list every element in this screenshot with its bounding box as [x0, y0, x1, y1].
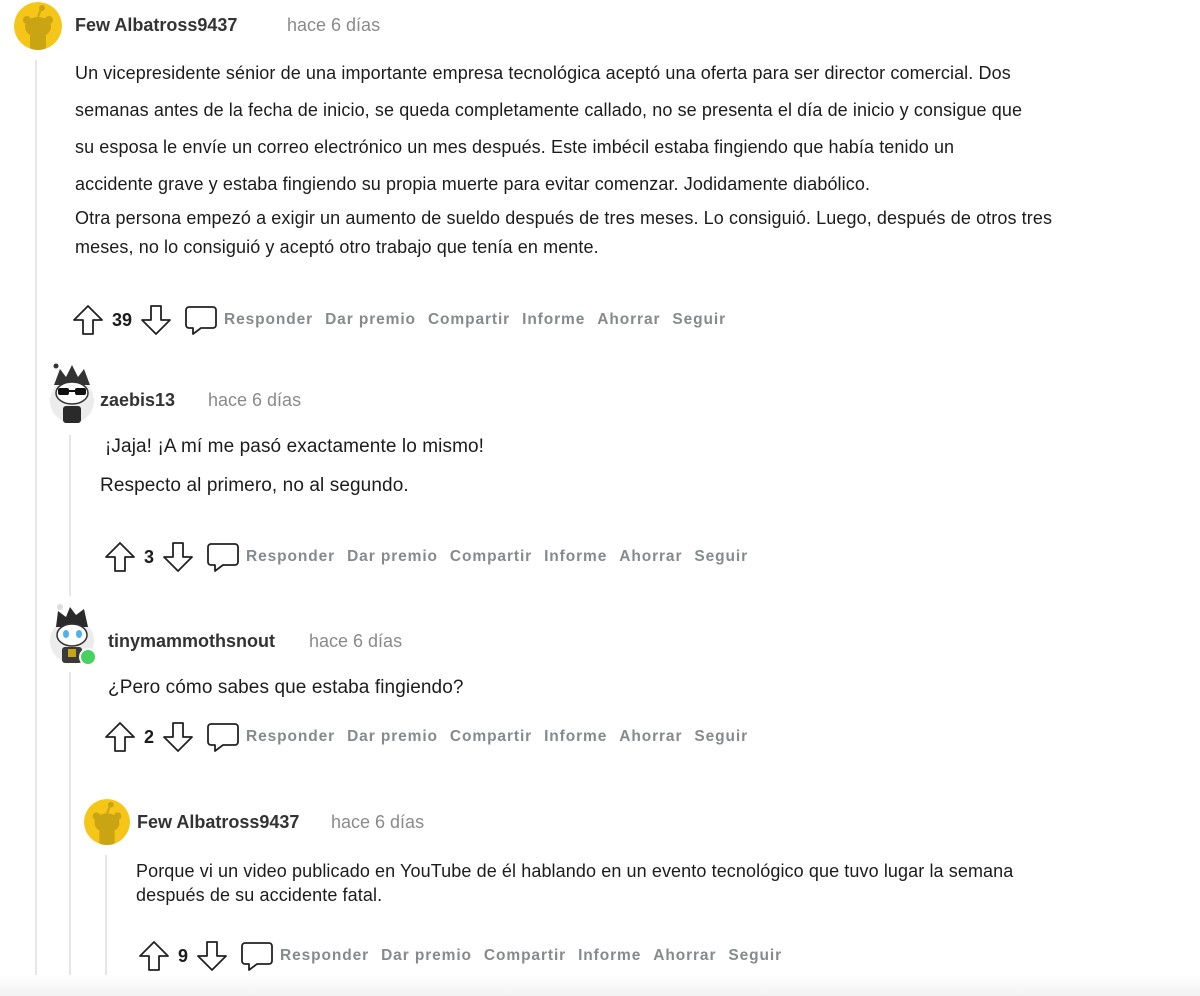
- upvote-arrow-icon[interactable]: [104, 541, 136, 573]
- comment-text-line: semanas antes de la fecha de inicio, se …: [75, 100, 1023, 120]
- comment-bubble-icon[interactable]: [206, 720, 240, 754]
- vote-score: 3: [144, 546, 155, 567]
- share-button[interactable]: Compartir: [450, 548, 532, 566]
- thread-line[interactable]: [35, 60, 37, 996]
- thread-line[interactable]: [69, 672, 71, 996]
- comment-text-line: su esposa le envíe un correo electrónico…: [75, 137, 955, 157]
- downvote-arrow-icon[interactable]: [162, 721, 194, 753]
- comment-actions: 2 Responder Dar premio Compartir Informe…: [104, 720, 748, 754]
- downvote-arrow-icon[interactable]: [162, 541, 194, 573]
- comment-bubble-icon[interactable]: [184, 303, 218, 337]
- username[interactable]: Few Albatross9437: [75, 15, 237, 36]
- comment-text-line: Respecto al primero, no al segundo.: [100, 475, 409, 496]
- thread-line[interactable]: [69, 435, 71, 596]
- comment-text-line: Un vicepresidente sénior de una importan…: [75, 63, 1011, 83]
- bottom-fade: [0, 975, 1200, 996]
- timestamp[interactable]: hace 6 días: [287, 15, 380, 36]
- award-button[interactable]: Dar premio: [347, 548, 438, 566]
- reply-button[interactable]: Responder: [246, 548, 335, 566]
- timestamp[interactable]: hace 6 días: [309, 631, 402, 652]
- username[interactable]: Few Albatross9437: [137, 812, 299, 833]
- award-button[interactable]: Dar premio: [325, 311, 416, 329]
- avatar-icon: [14, 2, 62, 50]
- follow-button[interactable]: Seguir: [672, 311, 726, 329]
- comment-text-line: Otra persona empezó a exigir un aumento …: [75, 208, 1053, 228]
- vote-score: 2: [144, 726, 155, 747]
- reply-button[interactable]: Responder: [224, 311, 313, 329]
- save-button[interactable]: Ahorrar: [619, 548, 682, 566]
- username[interactable]: tinymammothsnout: [108, 631, 275, 652]
- vote-score: 9: [178, 945, 189, 966]
- save-button[interactable]: Ahorrar: [653, 947, 716, 965]
- comment-actions: 9 Responder Dar premio Compartir Informe…: [138, 939, 782, 973]
- avatar[interactable]: [48, 363, 96, 425]
- save-button[interactable]: Ahorrar: [619, 728, 682, 746]
- comment-actions: 3 Responder Dar premio Compartir Informe…: [104, 540, 748, 574]
- report-button[interactable]: Informe: [544, 548, 607, 566]
- comment-bubble-icon[interactable]: [206, 540, 240, 574]
- upvote-arrow-icon[interactable]: [72, 304, 104, 336]
- reply-button[interactable]: Responder: [246, 728, 335, 746]
- username[interactable]: zaebis13: [100, 390, 175, 411]
- avatar-icon: [84, 799, 130, 845]
- comment-text-line: Porque vi un video publicado en YouTube …: [136, 861, 1014, 881]
- timestamp[interactable]: hace 6 días: [208, 390, 301, 411]
- reply-button[interactable]: Responder: [280, 947, 369, 965]
- award-button[interactable]: Dar premio: [381, 947, 472, 965]
- comment-actions: 39 Responder Dar premio Compartir Inform…: [72, 303, 726, 337]
- avatar[interactable]: [84, 799, 130, 845]
- report-button[interactable]: Informe: [522, 311, 585, 329]
- upvote-arrow-icon[interactable]: [104, 721, 136, 753]
- follow-button[interactable]: Seguir: [694, 548, 748, 566]
- vote-score: 39: [112, 309, 133, 330]
- comment-bubble-icon[interactable]: [240, 939, 274, 973]
- follow-button[interactable]: Seguir: [694, 728, 748, 746]
- share-button[interactable]: Compartir: [428, 311, 510, 329]
- comment-text-line: ¡Jaja! ¡A mí me pasó exactamente lo mism…: [105, 436, 485, 457]
- downvote-arrow-icon[interactable]: [140, 304, 172, 336]
- timestamp[interactable]: hace 6 días: [331, 812, 424, 833]
- save-button[interactable]: Ahorrar: [597, 311, 660, 329]
- online-status-icon: [79, 648, 97, 666]
- comment-text-line: después de su accidente fatal.: [136, 885, 383, 905]
- avatar-icon: [50, 363, 94, 423]
- comment-text-line: meses, no lo consiguió y aceptó otro tra…: [75, 237, 599, 257]
- share-button[interactable]: Compartir: [484, 947, 566, 965]
- comment-text-line: ¿Pero cómo sabes que estaba fingiendo?: [108, 677, 464, 698]
- report-button[interactable]: Informe: [544, 728, 607, 746]
- report-button[interactable]: Informe: [578, 947, 641, 965]
- upvote-arrow-icon[interactable]: [138, 940, 170, 972]
- share-button[interactable]: Compartir: [450, 728, 532, 746]
- follow-button[interactable]: Seguir: [728, 947, 782, 965]
- avatar[interactable]: [14, 2, 62, 50]
- avatar[interactable]: [48, 603, 98, 666]
- downvote-arrow-icon[interactable]: [196, 940, 228, 972]
- comment-text-line: accidente grave y estaba fingiendo su pr…: [75, 174, 871, 194]
- award-button[interactable]: Dar premio: [347, 728, 438, 746]
